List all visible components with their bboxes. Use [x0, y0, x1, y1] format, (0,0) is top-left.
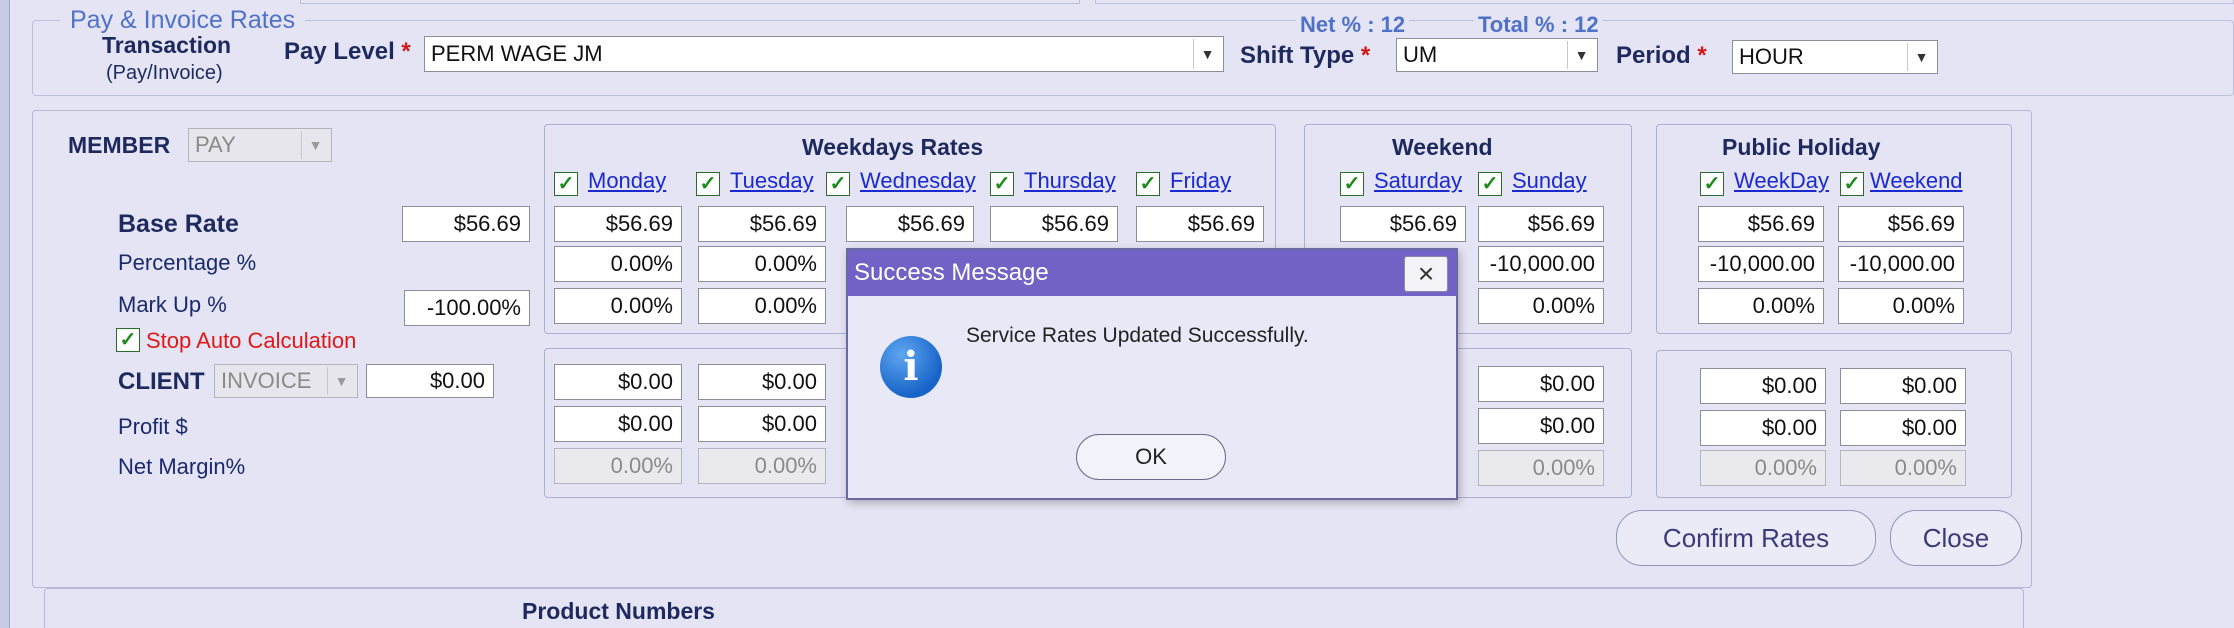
public-holiday-title: Public Holiday: [1722, 134, 1881, 160]
period-select[interactable]: HOUR ▼: [1732, 40, 1938, 74]
client-value-input[interactable]: $0.00: [366, 364, 494, 398]
thursday-link[interactable]: Thursday: [1024, 168, 1116, 194]
holiday-weekday-base-rate[interactable]: $56.69: [1698, 206, 1824, 242]
close-button[interactable]: Close: [1890, 510, 2022, 566]
thursday-base-rate[interactable]: $56.69: [990, 206, 1118, 242]
monday-net-margin: 0.00%: [554, 448, 682, 484]
pay-level-select[interactable]: PERM WAGE JM ▼: [424, 36, 1224, 72]
window-left-border: [0, 0, 10, 628]
tuesday-percentage[interactable]: 0.00%: [698, 246, 826, 282]
net-percent-label: Net % : 12: [1296, 12, 1410, 38]
confirm-rates-button[interactable]: Confirm Rates: [1616, 510, 1876, 566]
monday-percentage[interactable]: 0.00%: [554, 246, 682, 282]
weekend-title: Weekend: [1392, 134, 1493, 160]
top-panel-strip-left: [300, 0, 1080, 4]
wednesday-checkbox[interactable]: ✓: [826, 172, 850, 196]
tuesday-base-rate[interactable]: $56.69: [698, 206, 826, 242]
sunday-base-rate[interactable]: $56.69: [1478, 206, 1604, 242]
section-title: Pay & Invoice Rates: [60, 6, 306, 35]
monday-link[interactable]: Monday: [588, 168, 666, 194]
holiday-weekend-percentage[interactable]: -10,000.00: [1838, 246, 1964, 282]
member-label: MEMBER: [68, 132, 171, 158]
tuesday-net-margin: 0.00%: [698, 448, 826, 484]
sunday-checkbox[interactable]: ✓: [1478, 172, 1502, 196]
success-message-dialog: Success Message × i Service Rates Update…: [846, 248, 1458, 500]
tuesday-markup[interactable]: 0.00%: [698, 288, 826, 324]
tuesday-checkbox[interactable]: ✓: [696, 172, 720, 196]
saturday-base-rate[interactable]: $56.69: [1340, 206, 1466, 242]
sunday-percentage[interactable]: -10,000.00: [1478, 246, 1604, 282]
mark-up-input[interactable]: -100.00%: [404, 290, 530, 326]
stop-auto-calculation-checkbox[interactable]: ✓: [116, 328, 140, 352]
friday-checkbox[interactable]: ✓: [1136, 172, 1160, 196]
sunday-markup[interactable]: 0.00%: [1478, 288, 1604, 324]
sunday-net-margin: 0.00%: [1478, 450, 1604, 486]
product-numbers-title: Product Numbers: [522, 598, 715, 624]
friday-link[interactable]: Friday: [1170, 168, 1231, 194]
shift-type-select[interactable]: UM ▼: [1396, 38, 1598, 72]
close-icon[interactable]: ×: [1404, 256, 1448, 292]
holiday-weekend-link[interactable]: Weekend: [1870, 168, 1963, 194]
top-panel-strip-right: [1095, 0, 2234, 4]
member-select[interactable]: PAY ▼: [188, 128, 332, 162]
monday-client[interactable]: $0.00: [554, 364, 682, 400]
chevron-down-icon[interactable]: ▼: [301, 131, 329, 159]
holiday-weekend-base-rate[interactable]: $56.69: [1838, 206, 1964, 242]
client-label: CLIENT: [118, 368, 205, 395]
chevron-down-icon[interactable]: ▼: [1907, 43, 1935, 71]
stop-auto-calculation-label: Stop Auto Calculation: [146, 328, 357, 353]
monday-profit[interactable]: $0.00: [554, 406, 682, 442]
tuesday-link[interactable]: Tuesday: [730, 168, 814, 194]
holiday-weekday-link[interactable]: WeekDay: [1734, 168, 1829, 194]
base-rate-input[interactable]: $56.69: [402, 206, 530, 242]
dialog-message: Service Rates Updated Successfully.: [966, 324, 1309, 347]
friday-base-rate[interactable]: $56.69: [1136, 206, 1264, 242]
mark-up-label: Mark Up %: [118, 292, 227, 317]
monday-markup[interactable]: 0.00%: [554, 288, 682, 324]
saturday-link[interactable]: Saturday: [1374, 168, 1462, 194]
thursday-checkbox[interactable]: ✓: [990, 172, 1014, 196]
tuesday-profit[interactable]: $0.00: [698, 406, 826, 442]
holiday-weekend-checkbox[interactable]: ✓: [1840, 172, 1864, 196]
profit-label: Profit $: [118, 414, 188, 439]
pay-level-label: Pay Level *: [284, 38, 411, 65]
holiday-weekday-markup[interactable]: 0.00%: [1698, 288, 1824, 324]
sunday-link[interactable]: Sunday: [1512, 168, 1587, 194]
monday-base-rate[interactable]: $56.69: [554, 206, 682, 242]
monday-checkbox[interactable]: ✓: [554, 172, 578, 196]
saturday-checkbox[interactable]: ✓: [1340, 172, 1364, 196]
holiday-weekday-checkbox[interactable]: ✓: [1700, 172, 1724, 196]
total-percent-label: Total % : 12: [1474, 12, 1603, 38]
chevron-down-icon[interactable]: ▼: [1567, 41, 1595, 69]
tuesday-client[interactable]: $0.00: [698, 364, 826, 400]
product-numbers-section: [44, 588, 2024, 628]
info-icon: i: [880, 336, 942, 398]
ok-button[interactable]: OK: [1076, 434, 1226, 480]
period-label: Period *: [1616, 42, 1707, 69]
wednesday-link[interactable]: Wednesday: [860, 168, 976, 194]
chevron-down-icon[interactable]: ▼: [327, 367, 355, 395]
chevron-down-icon[interactable]: ▼: [1193, 39, 1221, 69]
holiday-weekday-net-margin: 0.00%: [1700, 450, 1826, 486]
holiday-weekend-markup[interactable]: 0.00%: [1838, 288, 1964, 324]
wednesday-base-rate[interactable]: $56.69: [846, 206, 974, 242]
holiday-weekday-percentage[interactable]: -10,000.00: [1698, 246, 1824, 282]
transaction-label: Transaction: [102, 32, 232, 58]
weekdays-title: Weekdays Rates: [802, 134, 984, 160]
percentage-label: Percentage %: [118, 250, 257, 275]
base-rate-label: Base Rate: [118, 210, 239, 238]
sunday-client[interactable]: $0.00: [1478, 366, 1604, 402]
holiday-weekday-client[interactable]: $0.00: [1700, 368, 1826, 404]
transaction-sublabel: (Pay/Invoice): [106, 62, 223, 84]
sunday-profit[interactable]: $0.00: [1478, 408, 1604, 444]
holiday-weekend-client[interactable]: $0.00: [1840, 368, 1966, 404]
net-margin-label: Net Margin%: [118, 454, 246, 479]
dialog-title: Success Message: [848, 250, 1456, 296]
holiday-weekend-profit[interactable]: $0.00: [1840, 410, 1966, 446]
shift-type-label: Shift Type *: [1240, 42, 1371, 69]
client-select[interactable]: INVOICE ▼: [214, 364, 358, 398]
holiday-weekday-profit[interactable]: $0.00: [1700, 410, 1826, 446]
holiday-weekend-net-margin: 0.00%: [1840, 450, 1966, 486]
